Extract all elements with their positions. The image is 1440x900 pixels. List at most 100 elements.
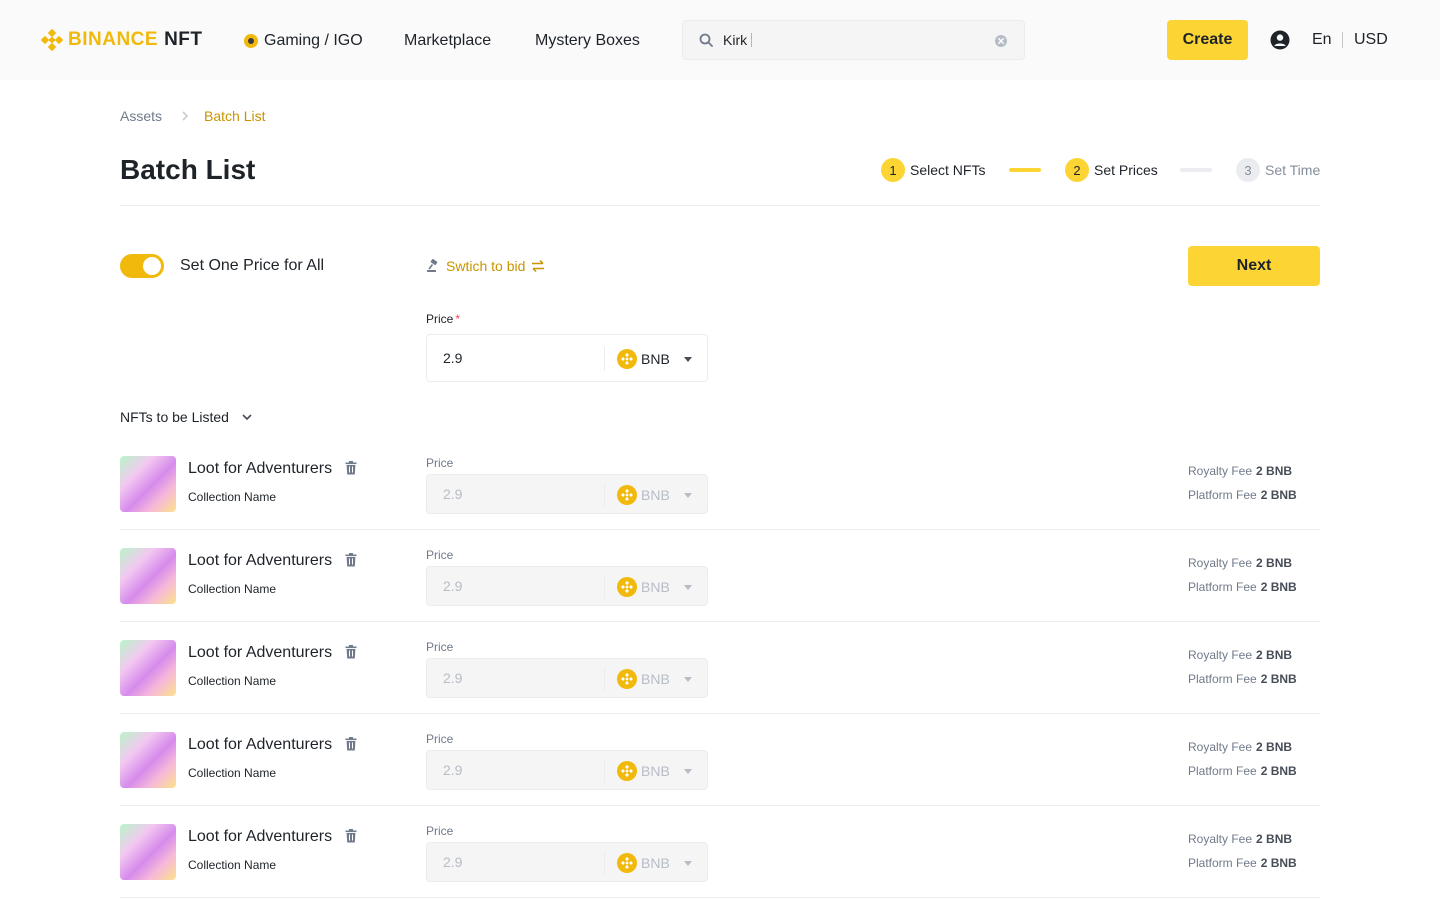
breadcrumb-current: Batch List [204, 108, 266, 124]
nft-thumbnail [120, 640, 176, 696]
nft-collection-name: Collection Name [188, 858, 277, 872]
bnb-coin-icon [617, 577, 637, 597]
trash-icon[interactable] [345, 461, 357, 475]
row-price-value: 2.9 [443, 854, 463, 870]
nft-name: Loot for Adventurers [188, 644, 333, 661]
nav-gaming-igo[interactable]: Gaming / IGO [244, 30, 363, 52]
row-currency-label: BNB [641, 855, 670, 871]
clear-circle-icon[interactable] [994, 34, 1008, 48]
royalty-fee: Royalty Fee 2 BNB [1188, 464, 1293, 478]
nft-collection-name: Collection Name [188, 766, 277, 780]
binance-nft-logo[interactable]: BINANCE NFT [40, 28, 203, 52]
row-currency-select: BNB [617, 577, 692, 597]
row-currency-select: BNB [617, 761, 692, 781]
row-price-divider [604, 667, 605, 691]
price-input-divider [604, 347, 605, 371]
price-input-value: 2.9 [443, 350, 463, 366]
nav-marketplace[interactable]: Marketplace [404, 30, 491, 52]
bnb-coin-icon [617, 485, 637, 505]
breadcrumb: Assets Batch List [120, 108, 266, 124]
royalty-fee: Royalty Fee 2 BNB [1188, 648, 1293, 662]
gaming-badge-icon [244, 34, 258, 48]
switch-to-bid-link[interactable]: Swtich to bid [426, 258, 545, 274]
row-currency-label: BNB [641, 763, 670, 779]
nft-name: Loot for Adventurers [188, 828, 333, 845]
nft-name: Loot for Adventurers [188, 460, 333, 477]
nft-collection-name: Collection Name [188, 490, 277, 504]
chevron-down-icon [242, 414, 252, 421]
step-label: Set Prices [1094, 162, 1158, 178]
set-one-price-toggle[interactable] [120, 254, 164, 278]
header-divider [1342, 32, 1343, 48]
nft-collection-name: Collection Name [188, 674, 277, 688]
auction-hammer-icon [427, 259, 438, 272]
create-button[interactable]: Create [1167, 20, 1248, 60]
row-price-input-disabled: 2.9 BNB [426, 566, 708, 606]
row-currency-select: BNB [617, 853, 692, 873]
search-input[interactable]: Kirk [682, 20, 1025, 60]
nfts-to-be-listed-toggle[interactable]: NFTs to be Listed [120, 409, 253, 425]
nav-gaming-label: Gaming / IGO [264, 32, 363, 49]
royalty-fee: Royalty Fee 2 BNB [1188, 556, 1293, 570]
row-price-divider [604, 483, 605, 507]
trash-icon[interactable] [345, 645, 357, 659]
row-price-label: Price [426, 824, 454, 838]
search-value: Kirk [723, 32, 753, 48]
set-one-price-label: Set One Price for All [180, 257, 325, 274]
price-field-label: Price * [426, 312, 461, 326]
row-price-value: 2.9 [443, 762, 463, 778]
nft-collection-name: Collection Name [188, 582, 277, 596]
language-selector[interactable]: En [1312, 31, 1332, 49]
row-currency-label: BNB [641, 579, 670, 595]
nft-thumbnail [120, 732, 176, 788]
nav-mystery-boxes[interactable]: Mystery Boxes [535, 30, 640, 52]
currency-select[interactable]: BNB [617, 349, 692, 369]
row-currency-select: BNB [617, 669, 692, 689]
trash-icon[interactable] [345, 737, 357, 751]
caret-down-icon [683, 768, 692, 774]
row-price-divider [604, 851, 605, 875]
nft-list-item: Loot for Adventurers Collection Name Pri… [120, 548, 1320, 640]
nfts-to-be-listed-label: NFTs to be Listed [120, 409, 229, 425]
step-number: 3 [1236, 158, 1260, 182]
price-input[interactable]: 2.9 BNB [426, 334, 708, 382]
title-divider [120, 205, 1320, 206]
step-connector-done [1009, 168, 1041, 172]
platform-fee: Platform Fee 2 BNB [1188, 764, 1297, 778]
next-button[interactable]: Next [1188, 246, 1320, 286]
page-title: Batch List [120, 154, 256, 185]
caret-down-icon [683, 676, 692, 682]
chevron-right-icon [182, 111, 189, 121]
nft-name: Loot for Adventurers [188, 552, 333, 569]
trash-icon[interactable] [345, 553, 357, 567]
nft-list-item: Loot for Adventurers Collection Name Pri… [120, 824, 1320, 900]
row-divider [120, 621, 1320, 622]
row-divider [120, 529, 1320, 530]
nft-list-item: Loot for Adventurers Collection Name Pri… [120, 456, 1320, 548]
row-price-input-disabled: 2.9 BNB [426, 658, 708, 698]
top-navigation-bar: BINANCE NFT Gaming / IGO Marketplace Myst… [0, 0, 1440, 80]
user-circle-icon[interactable] [1270, 30, 1290, 50]
row-price-input-disabled: 2.9 BNB [426, 842, 708, 882]
switch-to-bid-label: Swtich to bid [446, 258, 526, 274]
nft-thumbnail [120, 824, 176, 880]
bnb-coin-icon [617, 669, 637, 689]
breadcrumb-assets-link[interactable]: Assets [120, 108, 162, 124]
logo-text: BINANCE NFT [68, 29, 203, 50]
step-label: Select NFTs [910, 162, 986, 178]
step-number: 2 [1065, 158, 1089, 182]
step-set-time: 3 Set Time [1236, 158, 1320, 182]
row-price-value: 2.9 [443, 486, 463, 502]
nft-thumbnail [120, 548, 176, 604]
caret-down-icon [683, 860, 692, 866]
row-currency-label: BNB [641, 671, 670, 687]
step-number: 1 [881, 158, 905, 182]
swap-arrows-icon [532, 259, 545, 273]
currency-selector[interactable]: USD [1354, 31, 1388, 49]
trash-icon[interactable] [345, 829, 357, 843]
bnb-coin-icon [617, 761, 637, 781]
platform-fee: Platform Fee 2 BNB [1188, 672, 1297, 686]
royalty-fee: Royalty Fee 2 BNB [1188, 832, 1293, 846]
royalty-fee: Royalty Fee 2 BNB [1188, 740, 1293, 754]
row-price-label: Price [426, 548, 454, 562]
